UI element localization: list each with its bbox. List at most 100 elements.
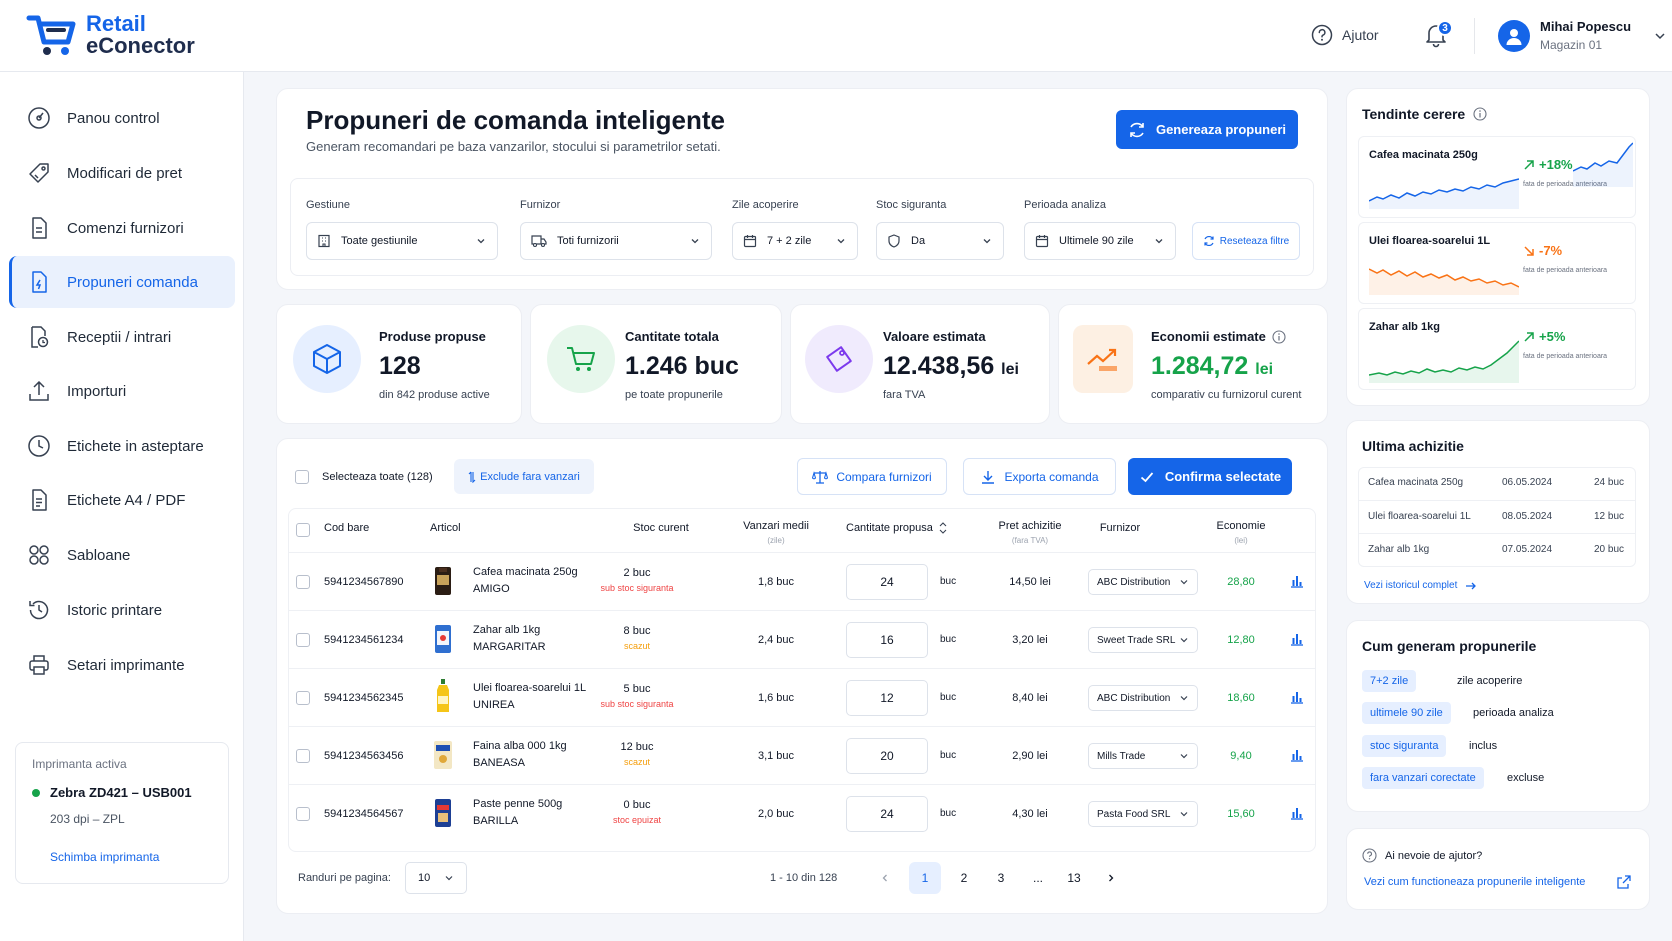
- quantity-input[interactable]: 24: [846, 564, 928, 600]
- reset-filters-button[interactable]: Reseteaza filtre: [1192, 222, 1300, 260]
- filter-label-perioada: Perioada analiza: [1024, 199, 1106, 211]
- header-checkbox[interactable]: [296, 523, 310, 537]
- avg-sales: 3,1 buc: [757, 750, 795, 762]
- quantity-unit: buc: [940, 634, 957, 645]
- exclude-no-sales-toggle[interactable]: Exclude fara vanzari: [454, 459, 594, 494]
- supplier-select[interactable]: Pasta Food SRL: [1088, 801, 1198, 827]
- select-all-label: Selecteaza toate (128): [322, 471, 433, 483]
- sidebar-item-istoric-printare[interactable]: Istoric printare: [9, 584, 235, 636]
- quantity-unit: buc: [940, 750, 957, 761]
- sidebar-item-receptii-intrari[interactable]: Receptii / intrari: [9, 311, 235, 363]
- page-button-1[interactable]: 1: [909, 862, 941, 894]
- page-button-3[interactable]: 3: [985, 862, 1017, 894]
- active-printer-card: Imprimanta activa Zebra ZD421 – USB001 2…: [15, 742, 229, 884]
- next-page-button[interactable]: [1095, 862, 1127, 894]
- row-checkbox[interactable]: [296, 575, 310, 589]
- supplier-select[interactable]: Sweet Trade SRL: [1088, 627, 1198, 653]
- table-row[interactable]: 5941234563456 Faina alba 000 1kg BANEASA…: [288, 726, 1316, 784]
- table-row[interactable]: 5941234561234 Zahar alb 1kg MARGARITAR 8…: [288, 610, 1316, 668]
- user-menu[interactable]: Mihai Popescu Magazin 01: [1498, 18, 1667, 54]
- stat-sub: comparativ cu furnizorul curent: [1151, 389, 1302, 401]
- stoc-siguranta-select[interactable]: Da: [876, 222, 1004, 260]
- savings-value: 18,60: [1227, 692, 1255, 704]
- trend-card-zahar[interactable]: Zahar alb 1kg +5% fata de perioada anter…: [1358, 308, 1636, 390]
- app-logo[interactable]: Retail eConector: [26, 12, 195, 58]
- trend-product-name: Ulei floarea-soarelui 1L: [1369, 235, 1491, 247]
- full-history-link[interactable]: Vezi istoricul complet: [1364, 580, 1477, 591]
- sidebar-item-etichete-a4[interactable]: Etichete A4 / PDF: [9, 474, 235, 526]
- select-all-checkbox[interactable]: [295, 470, 309, 484]
- furnizor-select[interactable]: Toti furnizorii: [520, 222, 712, 260]
- help-card: [1346, 828, 1650, 910]
- sidebar-item-modificari-pret[interactable]: Modificari de pret: [9, 147, 235, 199]
- page-button-2[interactable]: 2: [948, 862, 980, 894]
- supplier-select[interactable]: ABC Distribution: [1088, 685, 1198, 711]
- check-icon: [1140, 471, 1154, 482]
- page-button-13[interactable]: 13: [1058, 862, 1090, 894]
- col-header-cantitate[interactable]: Cantitate propusa: [846, 522, 958, 534]
- sidebar-item-propuneri-comanda[interactable]: Propuneri comanda: [9, 256, 235, 308]
- chevron-down-icon: [1180, 812, 1188, 817]
- bar-chart-icon[interactable]: [1290, 574, 1304, 588]
- trend-card-ulei[interactable]: Ulei floarea-soarelui 1L -7% fata de per…: [1358, 222, 1636, 304]
- reset-label: Reseteaza filtre: [1219, 235, 1290, 247]
- bar-chart-icon[interactable]: [1290, 690, 1304, 704]
- chevron-down-icon: [1180, 696, 1188, 701]
- external-link-icon[interactable]: [1616, 874, 1632, 890]
- supplier-select[interactable]: Mills Trade: [1088, 743, 1198, 769]
- scale-icon: [812, 470, 829, 484]
- chip-desc: excluse: [1507, 772, 1545, 784]
- sidebar-item-sabloane[interactable]: Sabloane: [9, 529, 235, 581]
- sidebar-item-label: Importuri: [67, 382, 127, 400]
- quantity-input[interactable]: 24: [846, 796, 928, 832]
- filter-label-stoc: Stoc siguranta: [876, 199, 947, 211]
- arrow-up-right-icon: [1524, 159, 1534, 170]
- rows-per-page-select[interactable]: 10: [405, 862, 467, 894]
- question-circle-icon: [1311, 24, 1333, 46]
- help-button[interactable]: Ajutor: [1311, 24, 1379, 46]
- stat-value: 128: [379, 352, 421, 380]
- quantity-input[interactable]: 12: [846, 680, 928, 716]
- bar-chart-icon[interactable]: [1290, 806, 1304, 820]
- avg-sales: 2,0 buc: [757, 808, 795, 820]
- compare-suppliers-button[interactable]: Compara furnizori: [797, 458, 947, 495]
- zile-acoperire-select[interactable]: 7 + 2 zile: [732, 222, 858, 260]
- bar-chart-icon[interactable]: [1290, 748, 1304, 762]
- table-row[interactable]: 5941234564567 Paste penne 500g BARILLA 0…: [288, 784, 1316, 842]
- confirm-selected-button[interactable]: Confirma selectate: [1128, 458, 1292, 495]
- table-row[interactable]: 5941234562345 Ulei floarea-soarelui 1L U…: [288, 668, 1316, 726]
- notification-badge: 3: [1437, 20, 1453, 36]
- quantity-input[interactable]: 20: [846, 738, 928, 774]
- help-guide-link[interactable]: Vezi cum functioneaza propunerile inteli…: [1364, 876, 1585, 888]
- trend-card-cafea[interactable]: Cafea macinata 250g +18% fata de perioad…: [1358, 136, 1636, 218]
- row-checkbox[interactable]: [296, 749, 310, 763]
- stock-value: 8 buc: [623, 625, 651, 637]
- tag-edit-icon: [29, 163, 49, 183]
- row-checkbox[interactable]: [296, 691, 310, 705]
- product-name: Faina alba 000 1kg: [473, 740, 567, 752]
- sidebar-item-etichete-asteptare[interactable]: Etichete in asteptare: [9, 420, 235, 472]
- chip-perioada: ultimele 90 zile: [1362, 702, 1451, 724]
- stock-value: 0 buc: [623, 799, 651, 811]
- notifications-button[interactable]: 3: [1424, 20, 1453, 48]
- purchase-price: 4,30 lei: [1012, 808, 1048, 820]
- perioada-analiza-select[interactable]: Ultimele 90 zile: [1024, 222, 1176, 260]
- bar-chart-icon[interactable]: [1290, 632, 1304, 646]
- sidebar-item-comenzi-furnizori[interactable]: Comenzi furnizori: [9, 202, 235, 254]
- quantity-unit: buc: [940, 692, 957, 703]
- change-printer-link[interactable]: Schimba imprimanta: [32, 850, 212, 864]
- supplier-select[interactable]: ABC Distribution: [1088, 569, 1198, 595]
- generate-proposals-button[interactable]: Genereaza propuneri: [1116, 110, 1298, 149]
- gestiune-select[interactable]: Toate gestiunile: [306, 222, 498, 260]
- export-order-button[interactable]: Exporta comanda: [963, 458, 1116, 495]
- shield-icon: [888, 234, 900, 248]
- row-checkbox[interactable]: [296, 633, 310, 647]
- quantity-input[interactable]: 16: [846, 622, 928, 658]
- prev-page-button[interactable]: [869, 862, 901, 894]
- app-name-line1: Retail: [86, 11, 146, 36]
- table-row[interactable]: 5941234567890 Cafea macinata 250g AMIGO …: [288, 552, 1316, 610]
- sidebar-item-importuri[interactable]: Importuri: [9, 365, 235, 417]
- row-checkbox[interactable]: [296, 807, 310, 821]
- sidebar-item-setari-imprimante[interactable]: Setari imprimante: [9, 639, 235, 691]
- sidebar-item-panou-control[interactable]: Panou control: [9, 92, 235, 144]
